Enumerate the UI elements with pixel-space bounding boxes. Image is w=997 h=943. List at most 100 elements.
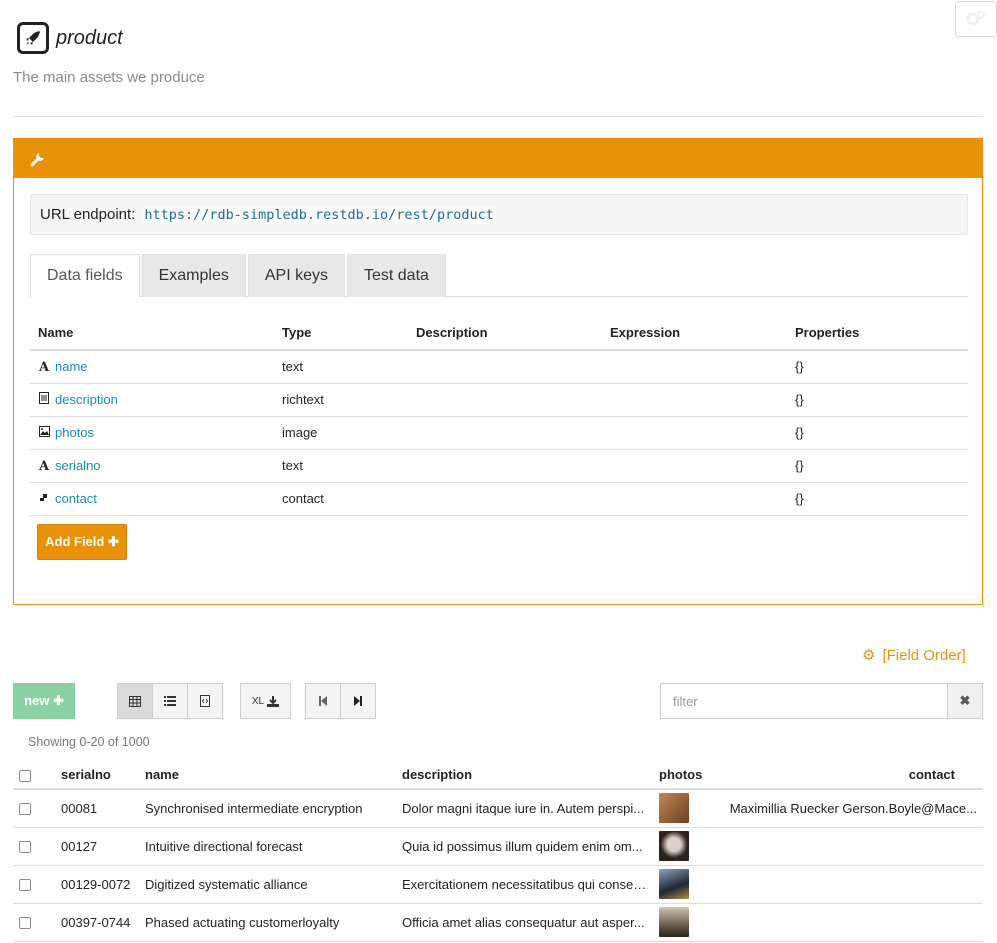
column-header[interactable]: serialno <box>55 753 139 790</box>
table-row[interactable]: 00129-0072 Digitized systematic alliance… <box>13 865 983 904</box>
cell-serialno: 00081 <box>55 789 139 828</box>
clear-filter-button[interactable]: ✖ <box>947 683 983 719</box>
gear-icon: ⚙ <box>862 647 876 664</box>
field-link[interactable]: contact <box>55 491 97 506</box>
table-row[interactable]: 00127 Intuitive directional forecast Qui… <box>13 827 983 866</box>
field-properties: {} <box>787 416 968 450</box>
cell-description: Officia amet alias consequatur aut asper… <box>396 903 653 942</box>
tab-api-keys[interactable]: API keys <box>247 254 345 297</box>
cell-contact <box>723 903 983 942</box>
field-properties: {} <box>787 482 968 516</box>
column-header[interactable]: description <box>396 753 653 790</box>
cell-serialno: 00397-0744 <box>55 903 139 942</box>
photo-thumbnail[interactable] <box>659 793 689 824</box>
column-header: Properties <box>787 316 968 351</box>
endpoint-url[interactable]: https://rdb-simpledb.restdb.io/rest/prod… <box>142 205 496 224</box>
panel-tabs: Data fields Examples API keys Test data <box>30 254 968 298</box>
export-label: XL <box>251 695 265 707</box>
cell-name: Phased actuating customerloyalty <box>139 903 396 942</box>
records-table: serialno name description photos contact… <box>13 753 983 942</box>
field-row: Aserialno text {} <box>30 449 968 483</box>
cell-description: Dolor magni itaque iure in. Autem perspi… <box>396 789 653 828</box>
step-forward-icon <box>354 696 362 706</box>
field-description <box>408 416 602 450</box>
field-expression <box>602 383 787 417</box>
column-header[interactable]: photos <box>653 753 723 790</box>
tab-data-fields[interactable]: Data fields <box>30 254 140 298</box>
photo-thumbnail[interactable] <box>659 831 689 861</box>
tab-test-data[interactable]: Test data <box>346 254 446 297</box>
cell-contact <box>723 827 983 866</box>
row-checkbox[interactable] <box>19 841 31 854</box>
code-file-icon <box>200 695 210 707</box>
column-header: Name <box>30 316 274 351</box>
records-count: Showing 0-20 of 1000 <box>28 735 150 749</box>
field-expression <box>602 350 787 384</box>
field-description <box>408 449 602 483</box>
text-icon: A <box>38 458 50 474</box>
fields-header-row: Name Type Description Expression Propert… <box>30 316 968 351</box>
page-subtitle: The main assets we produce <box>13 69 205 86</box>
column-header: Type <box>274 316 408 351</box>
page-header: product <box>17 22 123 54</box>
pager-group <box>305 683 376 719</box>
filter-input[interactable] <box>660 683 948 719</box>
photo-thumbnail[interactable] <box>659 869 689 899</box>
grid-view-button[interactable] <box>117 683 153 719</box>
last-page-button[interactable] <box>340 683 376 719</box>
wrench-icon <box>30 152 44 166</box>
cell-serialno: 00129-0072 <box>55 865 139 904</box>
settings-corner-button[interactable] <box>955 1 997 37</box>
first-page-button[interactable] <box>305 683 341 719</box>
field-expression <box>602 449 787 483</box>
table-row[interactable]: 00397-0744 Phased actuating customerloya… <box>13 903 983 942</box>
cell-name: Digitized systematic alliance <box>139 865 396 904</box>
field-type: contact <box>274 482 408 516</box>
cell-contact <box>723 865 983 904</box>
select-all-checkbox[interactable] <box>19 769 31 782</box>
field-properties: {} <box>787 350 968 384</box>
field-link[interactable]: photos <box>55 425 94 440</box>
records-header-row: serialno name description photos contact <box>13 753 983 790</box>
column-header[interactable]: name <box>139 753 396 790</box>
field-row: description richtext {} <box>30 383 968 417</box>
panel-heading <box>14 139 982 178</box>
field-link[interactable]: name <box>55 359 88 374</box>
field-description <box>408 383 602 417</box>
step-backward-icon <box>319 696 327 706</box>
table-row[interactable]: 00081 Synchronised intermediate encrypti… <box>13 789 983 828</box>
cell-contact: Maximillia Ruecker Gerson.Boyle@Mace... <box>723 789 983 828</box>
cell-description: Quia id possimus illum quidem enim om... <box>396 827 653 866</box>
table-icon <box>129 695 141 707</box>
export-excel-button[interactable]: XL <box>240 683 291 719</box>
cell-name: Intuitive directional forecast <box>139 827 396 866</box>
image-icon <box>38 426 50 440</box>
row-checkbox[interactable] <box>19 917 31 930</box>
row-checkbox[interactable] <box>19 879 31 892</box>
row-checkbox[interactable] <box>19 803 31 816</box>
code-view-button[interactable] <box>187 683 223 719</box>
field-properties: {} <box>787 383 968 417</box>
column-header[interactable]: contact <box>723 753 983 790</box>
view-mode-group <box>117 683 223 719</box>
add-field-button[interactable]: Add Field ✚ <box>37 524 127 560</box>
field-order-label: [Field Order] <box>882 646 966 664</box>
field-link[interactable]: serialno <box>55 458 101 473</box>
field-order-link[interactable]: ⚙ [Field Order] <box>862 646 966 665</box>
field-link[interactable]: description <box>55 392 118 407</box>
tab-examples[interactable]: Examples <box>141 254 246 297</box>
collection-panel: URL endpoint: https://rdb-simpledb.restd… <box>13 138 983 605</box>
column-header: Expression <box>602 316 787 351</box>
list-icon <box>164 696 176 706</box>
cell-serialno: 00127 <box>55 827 139 866</box>
gears-icon <box>966 11 985 26</box>
list-view-button[interactable] <box>152 683 188 719</box>
field-description <box>408 350 602 384</box>
field-type: text <box>274 449 408 483</box>
field-expression <box>602 416 787 450</box>
photo-thumbnail[interactable] <box>659 907 689 937</box>
new-record-button[interactable]: new ✚ <box>13 683 75 719</box>
field-type: richtext <box>274 383 408 417</box>
page-title: product <box>56 26 123 49</box>
field-expression <box>602 482 787 516</box>
